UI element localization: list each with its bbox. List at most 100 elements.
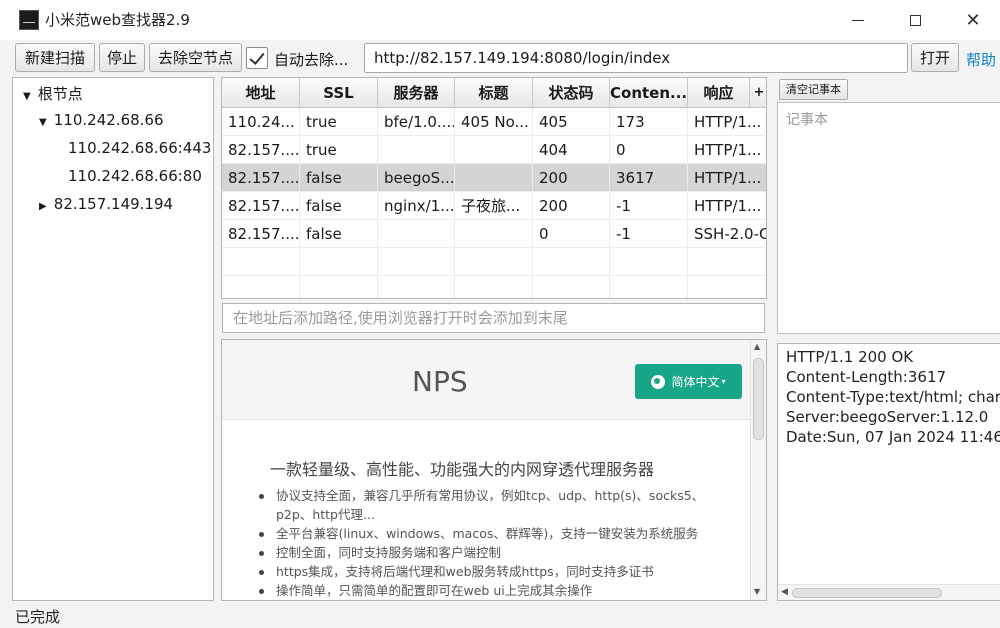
language-label: 简体中文 [671,375,720,389]
close-button[interactable]: ✕ [953,6,993,34]
caret-down-icon: ▾ [721,377,726,386]
table-cell: nginx/1... [378,192,455,220]
horizontal-scrollbar[interactable]: ◀ [778,584,1000,600]
table-cell: HTTP/1... [688,192,766,220]
tree-node[interactable]: ▶ 82.157.149.194 [39,195,173,213]
column-header-status[interactable]: 状态码 [533,78,610,108]
table-cell: 3617 [610,164,688,192]
table-cell: 405 [533,108,610,136]
empty-table-row [222,276,766,298]
scroll-left-icon[interactable]: ◀ [781,587,788,597]
table-cell: false [300,192,378,220]
path-suffix-input[interactable]: 在地址后添加路径,使用浏览器打开时会添加到末尾 [222,303,765,333]
table-row[interactable]: 82.157.... false beegoS... 200 3617 HTTP/1... [222,164,766,192]
minimize-icon [852,19,864,21]
table-cell: -1 [610,220,688,248]
tree-node[interactable]: 110.242.68.66:80 [68,167,202,185]
response-headers-panel[interactable]: HTTP/1.1 200 OK Content-Length:3617 Cont… [777,343,1000,601]
list-item: 全平台兼容(linux、windows、macos、群辉等)，支持一键安装为系统… [258,524,728,543]
url-input[interactable]: http://82.157.149.194:8080/login/index [364,43,908,73]
table-cell: HTTP/1... [688,164,766,192]
table-cell [688,276,766,298]
tree-node-label: 110.242.68.66:80 [68,167,202,185]
auto-remove-checkbox[interactable] [246,47,268,69]
table-cell: 0 [533,220,610,248]
preview-subtitle: 一款轻量级、高性能、功能强大的内网穿透代理服务器 [270,460,655,479]
collapsed-arrow-icon[interactable]: ▶ [39,201,49,212]
scrollbar-thumb[interactable] [753,358,764,440]
response-line: Content-Length:3617 [786,368,947,386]
table-header: 地址 SSL 服务器 标题 状态码 Conten... 响应 + [222,78,766,108]
table-cell [610,248,688,276]
column-header-content-length[interactable]: Conten... [610,78,688,108]
table-row[interactable]: 82.157.... true 404 0 HTTP/1... [222,136,766,164]
table-cell: 子夜旅... [455,192,533,220]
preview-title: NPS [412,365,468,398]
new-scan-button[interactable]: 新建扫描 [15,43,95,72]
column-header-title[interactable]: 标题 [455,78,533,108]
stop-button[interactable]: 停止 [99,43,145,72]
table-cell: 82.157.... [222,164,300,192]
table-cell [378,276,455,298]
auto-remove-label: 自动去除... [274,51,349,69]
minimize-button[interactable] [838,6,878,34]
table-cell: 173 [610,108,688,136]
column-header-response[interactable]: 响应 [688,78,750,108]
list-item: 控制全面，同时支持服务端和客户端控制 [258,543,728,562]
table-cell: 200 [533,192,610,220]
expanded-arrow-icon[interactable]: ▼ [23,91,33,102]
table-cell: SSH-2.0-C [688,220,766,248]
column-header-address[interactable]: 地址 [222,78,300,108]
tree-node[interactable]: 110.242.68.66:443 [68,139,211,157]
vertical-scrollbar[interactable]: ▲ ▼ [750,340,766,600]
language-dropdown[interactable]: 简体中文 ▾ [635,364,742,399]
feature-list: 协议支持全面，兼容几乎所有常用协议，例如tcp、udp、http(s)、sock… [258,486,728,600]
remove-empty-nodes-button[interactable]: 去除空节点 [149,43,242,72]
split-divider[interactable] [216,77,219,601]
maximize-button[interactable] [895,6,935,34]
table-cell [222,248,300,276]
list-item: https集成，支持将后端代理和web服务转成https，同时支持多证书 [258,562,728,581]
table-row[interactable]: 82.157.... false nginx/1... 子夜旅... 200 -1 HTTP… [222,192,766,220]
column-header-ssl[interactable]: SSL [300,78,378,108]
table-cell: false [300,164,378,192]
response-line: Content-Type:text/html; charset=utf-8 [786,388,1000,406]
notes-textarea[interactable]: 记事本 [777,102,1000,334]
app-window: 小米范web查找器2.9 ✕ 新建扫描 停止 去除空节点 自动去除... htt… [0,0,1000,628]
tree-node-label: 110.242.68.66 [53,111,164,129]
table-cell: bfe/1.0.... [378,108,455,136]
table-cell: false [300,220,378,248]
open-button[interactable]: 打开 [911,43,959,72]
status-text: 已完成 [15,608,61,626]
column-header-server[interactable]: 服务器 [378,78,455,108]
scroll-up-icon[interactable]: ▲ [754,342,760,351]
list-item: 操作简单，只需简单的配置即可在web ui上完成其余操作 [258,581,728,600]
table-cell: 405 No... [455,108,533,136]
tree-node[interactable]: ▼ 110.242.68.66 [39,111,164,129]
table-cell [455,136,533,164]
results-table: 地址 SSL 服务器 标题 状态码 Conten... 响应 + 110.24.… [221,77,767,299]
table-cell: beegoS... [378,164,455,192]
host-tree: ▼ 根节点 ▼ 110.242.68.66 110.242.68.66:443 … [12,77,214,601]
table-cell [455,220,533,248]
web-preview: NPS 简体中文 ▾ 一款轻量级、高性能、功能强大的内网穿透代理服务器 协议支持全… [221,339,767,601]
close-icon: ✕ [965,9,981,31]
table-cell [300,276,378,298]
help-link[interactable]: 帮助 [966,49,996,70]
title-bar: 小米范web查找器2.9 ✕ [0,0,1000,40]
table-cell: 200 [533,164,610,192]
window-title: 小米范web查找器2.9 [45,11,190,29]
scroll-down-icon[interactable]: ▼ [754,587,760,596]
tree-node-root[interactable]: ▼ 根节点 [23,83,83,104]
toolbar: 新建扫描 停止 去除空节点 自动去除... http://82.157.149.… [0,40,1000,76]
expanded-arrow-icon[interactable]: ▼ [39,117,49,128]
table-row[interactable]: 82.157.... false 0 -1 SSH-2.0-C [222,220,766,248]
tree-node-label: 110.242.68.66:443 [68,139,212,157]
table-cell [222,276,300,298]
table-cell: 110.24... [222,108,300,136]
clear-notes-button[interactable]: 清空记事本 [779,79,848,100]
scrollbar-thumb[interactable] [792,588,942,598]
preview-header: NPS 简体中文 ▾ [222,340,750,420]
add-column-icon[interactable]: + [750,78,766,108]
table-row[interactable]: 110.24... true bfe/1.0.... 405 No... 405 173 H… [222,108,766,136]
